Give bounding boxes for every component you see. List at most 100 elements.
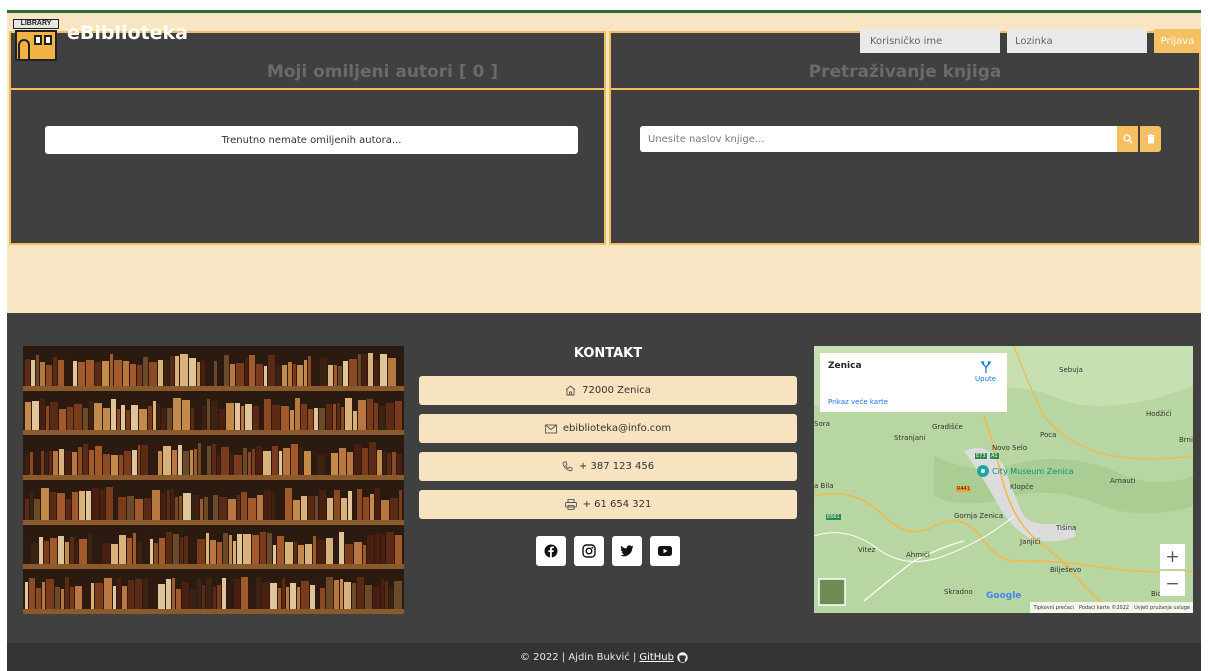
facebook-link[interactable]: [536, 536, 566, 566]
book-spine: [272, 404, 281, 431]
book-spine: [214, 361, 217, 386]
book-spine: [281, 577, 285, 609]
book-spine: [83, 444, 89, 475]
book-spine: [174, 497, 178, 520]
book-spine: [385, 581, 389, 609]
github-link[interactable]: GitHub: [639, 652, 674, 663]
book-spine: [64, 577, 69, 609]
book-spine: [314, 496, 318, 520]
book-spine: [194, 403, 202, 431]
book-spine: [131, 449, 137, 475]
book-spine: [78, 447, 83, 475]
book-spine: [377, 449, 383, 475]
book-spine: [25, 540, 30, 565]
book-spine: [110, 454, 118, 475]
book-spine: [317, 455, 326, 475]
book-spine: [314, 407, 319, 431]
book-spine: [213, 587, 217, 609]
book-spine: [284, 541, 293, 565]
book-spine: [243, 448, 248, 475]
book-spine: [267, 532, 272, 565]
logo-window: [44, 35, 52, 45]
map-directions-link[interactable]: Upute: [975, 361, 996, 383]
map-label: Bilješevo: [1050, 566, 1082, 574]
book-spine: [143, 579, 149, 609]
book-spine: [183, 535, 188, 565]
book-spine: [35, 588, 41, 609]
book-spine: [292, 499, 300, 520]
book-spine: [206, 362, 213, 386]
book-spine: [163, 446, 172, 475]
book-spine: [233, 541, 237, 565]
twitter-link[interactable]: [612, 536, 642, 566]
contact-address: 72000 Zenica: [419, 376, 797, 405]
clear-search-button[interactable]: [1140, 126, 1161, 152]
book-spine: [295, 397, 301, 431]
book-spine: [94, 583, 103, 609]
book-spine: [116, 408, 120, 431]
login-button[interactable]: Prijava: [1154, 29, 1201, 53]
social-links: [419, 536, 797, 566]
instagram-link[interactable]: [574, 536, 604, 566]
brand[interactable]: LIBRARY eBiblioteka: [13, 19, 188, 61]
youtube-link[interactable]: [650, 536, 680, 566]
book-spine: [188, 538, 196, 565]
book-spine: [308, 408, 314, 431]
book-spine: [190, 407, 194, 431]
map-terms-link[interactable]: Uvjeti pružanja usluge: [1134, 605, 1190, 611]
book-spine: [346, 451, 353, 475]
book-spine: [202, 406, 207, 431]
book-spine: [368, 353, 373, 386]
book-spine: [330, 452, 338, 475]
book-spine: [149, 361, 157, 386]
book-spine: [290, 443, 299, 475]
map-zoom-out-button[interactable]: −: [1160, 571, 1185, 596]
password-input[interactable]: Lozinka: [1007, 29, 1147, 53]
book-spine: [189, 357, 196, 386]
map-label: Poca: [1040, 431, 1057, 439]
location-map[interactable]: Zenica Upute Prikaz veće karte Sebuja Ho…: [814, 346, 1193, 613]
map-larger-link[interactable]: Prikaz veće karte: [828, 398, 888, 406]
book-spine: [209, 539, 217, 565]
book-spine: [170, 489, 174, 520]
printer-icon: [564, 499, 577, 510]
book-spine: [221, 446, 230, 475]
book-spine: [54, 587, 60, 609]
map-place-name: Zenica: [828, 361, 862, 371]
username-input[interactable]: Korisničko ime: [860, 29, 1000, 53]
book-spine: [343, 361, 348, 386]
book-spine: [293, 541, 297, 565]
book-spine: [149, 586, 158, 609]
book-spine: [118, 455, 123, 475]
book-spine: [166, 490, 170, 520]
map-label: Klopče: [1010, 483, 1034, 491]
book-spine: [304, 450, 312, 475]
map-label: Skradno: [944, 588, 973, 596]
book-spine: [354, 541, 363, 565]
book-spine: [89, 449, 95, 475]
book-spine: [257, 494, 264, 520]
book-spine: [110, 399, 116, 431]
contact-section: KONTAKT 72000 Zenica ebiblioteka@info.co…: [419, 346, 797, 566]
book-search-input[interactable]: Unesite naslov knjige...: [640, 126, 1117, 152]
book-spine: [234, 455, 243, 475]
book-spine: [235, 403, 241, 431]
book-spine: [93, 402, 102, 431]
book-spine: [82, 582, 90, 609]
copyright-bar: © 2022 | Ajdin Bukvić | GitHub: [7, 643, 1201, 671]
search-button[interactable]: [1117, 126, 1138, 152]
book-spine: [289, 582, 296, 609]
map-data-credit: Podaci karte ©2022: [1078, 604, 1130, 611]
map-shortcuts-link[interactable]: Tipkovni prečaci: [1033, 605, 1074, 611]
map-zoom-in-button[interactable]: +: [1160, 544, 1185, 569]
book-spine: [281, 406, 290, 431]
book-spine: [90, 583, 94, 609]
github-icon: [677, 651, 688, 663]
book-spine: [297, 544, 304, 565]
map-road-shield: E661: [826, 514, 841, 520]
book-spine: [102, 543, 111, 565]
book-spine: [380, 354, 387, 386]
book-spine: [112, 586, 116, 609]
book-spine: [48, 451, 52, 475]
book-spine: [312, 361, 319, 386]
